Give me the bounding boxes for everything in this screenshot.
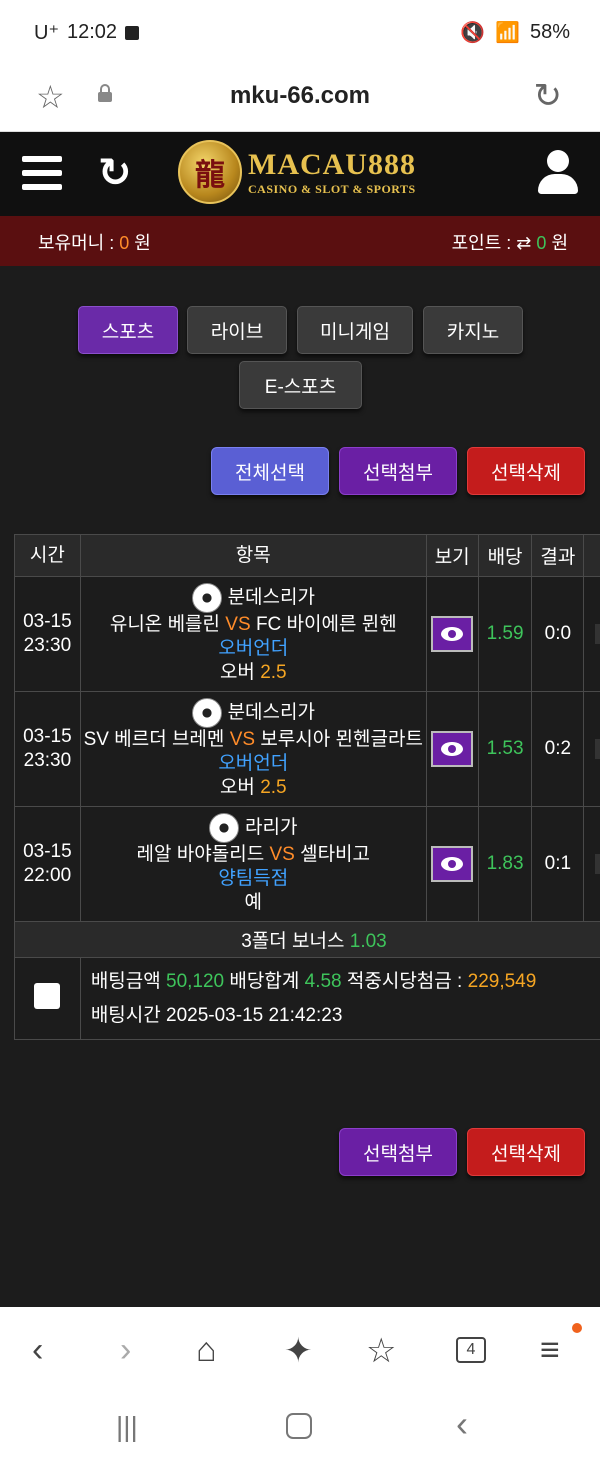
header-odds: 배당 (477, 534, 533, 577)
handicap-line: 2.5 (260, 662, 287, 683)
browser-bottom-nav: ‹ › ⌂ ✦ ☆ 4 ≡ (0, 1307, 600, 1393)
pick: 예 (244, 892, 263, 913)
delete-selected-button-bottom[interactable]: 선택삭제 (467, 1128, 585, 1176)
league-name: 분데스리가 (227, 702, 315, 723)
recent-apps-icon[interactable]: ||| (116, 1411, 138, 1443)
home-icon[interactable]: ⌂ (196, 1331, 217, 1370)
select-all-button[interactable]: 전체선택 (211, 447, 329, 495)
view-eye-button[interactable] (431, 846, 474, 882)
forward-icon[interactable]: › (120, 1331, 131, 1370)
bet-time: 2025-03-15 21:42:23 (166, 1004, 343, 1026)
screen-record-icon (125, 25, 140, 40)
bet-history-table: 시간 항목 보기 배당 결과 03-15 23:30 분데스리가 유니온 베를린 … (14, 534, 600, 1040)
site-logo[interactable]: 龍 MACAU888 CASINO & SLOT & SPORTS (178, 140, 416, 204)
notification-dot (572, 1323, 582, 1333)
home-team: 유니온 베를린 (109, 614, 221, 635)
attach-selected-button[interactable]: 선택첨부 (339, 447, 457, 495)
header-time: 시간 (14, 534, 81, 577)
carrier-label: U⁺ (34, 22, 59, 44)
logo-subtitle: CASINO & SLOT & SPORTS (248, 181, 416, 196)
table-header-row: 시간 항목 보기 배당 결과 (14, 534, 600, 577)
market-type: 양팀득점 (218, 868, 289, 889)
summary-row: 배팅금액 50,120 배당합계 4.58 적중시당첨금 : 229,549 배… (14, 957, 600, 1040)
menu-lines-icon[interactable]: ≡ (540, 1331, 560, 1370)
pick: 오버 (219, 777, 255, 798)
swap-icon[interactable]: ⇄ (516, 233, 531, 253)
wifi-icon: 📶 (495, 22, 520, 44)
battery-level: 58% (529, 21, 570, 43)
win-amount: 229,549 (467, 970, 537, 992)
table-row: 03-15 23:30 분데스리가 유니온 베를린 VS FC 바이에른 뮌헨 오… (14, 576, 600, 692)
header-item: 항목 (79, 534, 427, 577)
money-balance: 보유머니 : 0 원 (38, 233, 151, 253)
points-value: 0 (536, 233, 547, 253)
soccer-ball-icon (209, 813, 240, 843)
bookmarks-icon[interactable]: ☆ (366, 1331, 396, 1371)
home-team: SV 베르더 브레멘 (83, 729, 225, 750)
result-score: 0:0 (531, 576, 585, 692)
market-type: 오버언더 (218, 638, 289, 659)
eye-icon (441, 857, 464, 871)
header-result: 결과 (531, 534, 585, 577)
balance-bar: 보유머니 : 0 원 포인트 : ⇄ 0 원 (0, 216, 600, 266)
tabs-icon[interactable]: 4 (456, 1337, 486, 1363)
back-icon[interactable]: ‹ (32, 1331, 43, 1370)
bonus-row: 3폴더 보너스 1.03 (14, 921, 600, 958)
attach-selected-button-bottom[interactable]: 선택첨부 (339, 1128, 457, 1176)
bonus-label: 3폴더 보너스 (241, 931, 345, 952)
url-text[interactable]: mku-66.com (0, 82, 600, 110)
away-team: 보루시아 묀헨글라트 (260, 729, 423, 750)
view-eye-button[interactable] (431, 731, 474, 767)
menu-icon[interactable] (22, 156, 62, 190)
pick: 오버 (219, 662, 255, 683)
tab-casino[interactable]: 카지노 (423, 306, 523, 354)
handicap-line: 2.5 (260, 777, 287, 798)
eye-icon (441, 742, 464, 756)
market-type: 오버언더 (218, 753, 289, 774)
mute-icon: 🔇 (460, 22, 486, 44)
back-button-icon[interactable]: ‹ (456, 1403, 468, 1445)
browser-url-bar: ☆ mku-66.com ↻ (0, 64, 600, 132)
logo-title: MACAU888 (248, 147, 416, 181)
home-button-icon[interactable] (286, 1413, 312, 1439)
view-eye-button[interactable] (431, 616, 474, 652)
soccer-ball-icon (191, 698, 222, 728)
odds-value: 1.53 (477, 691, 533, 807)
header-view: 보기 (425, 534, 479, 577)
home-team: 레알 바야돌리드 (136, 844, 265, 865)
result-score: 0:2 (531, 691, 585, 807)
user-icon[interactable] (538, 150, 578, 194)
table-row: 03-15 23:30 분데스리가 SV 베르더 브레멘 VS 보루시아 묀헨글라… (14, 691, 600, 807)
away-team: 셀타비고 (300, 844, 371, 865)
table-row: 03-15 22:00 라리가 레알 바야돌리드 VS 셀타비고 양팀득점 예 1… (14, 806, 600, 922)
clock: 12:02 (67, 21, 118, 43)
soccer-ball-icon (191, 583, 222, 613)
refresh-icon[interactable]: ↻ (534, 76, 563, 116)
points-balance: 포인트 : ⇄ 0 원 (451, 233, 568, 253)
bonus-value: 1.03 (349, 931, 387, 952)
league-name: 라리가 (245, 817, 298, 838)
odds-total: 4.58 (304, 970, 342, 992)
eye-icon (441, 627, 464, 641)
select-checkbox[interactable] (34, 982, 61, 1009)
money-value: 0 (119, 233, 130, 253)
reload-icon[interactable]: ↻ (98, 150, 132, 196)
tab-live[interactable]: 라이브 (187, 306, 287, 354)
system-nav-bar: ||| ‹ (0, 1393, 600, 1467)
tab-esports[interactable]: E-스포츠 (239, 361, 362, 409)
odds-value: 1.59 (477, 576, 533, 692)
delete-selected-button[interactable]: 선택삭제 (467, 447, 585, 495)
tab-minigame[interactable]: 미니게임 (297, 306, 413, 354)
result-score: 0:1 (531, 806, 585, 922)
status-bar: U⁺ 12:02 🔇 📶 58% (0, 0, 600, 64)
tab-sports[interactable]: 스포츠 (78, 306, 178, 354)
bet-amount: 50,120 (166, 970, 225, 992)
site-header: ↻ 龍 MACAU888 CASINO & SLOT & SPORTS (0, 132, 600, 216)
dragon-emblem-icon: 龍 (178, 140, 242, 204)
odds-value: 1.83 (477, 806, 533, 922)
ai-sparkle-icon[interactable]: ✦ (284, 1331, 313, 1371)
league-name: 분데스리가 (227, 587, 315, 608)
away-team: FC 바이에른 뮌헨 (255, 614, 397, 635)
